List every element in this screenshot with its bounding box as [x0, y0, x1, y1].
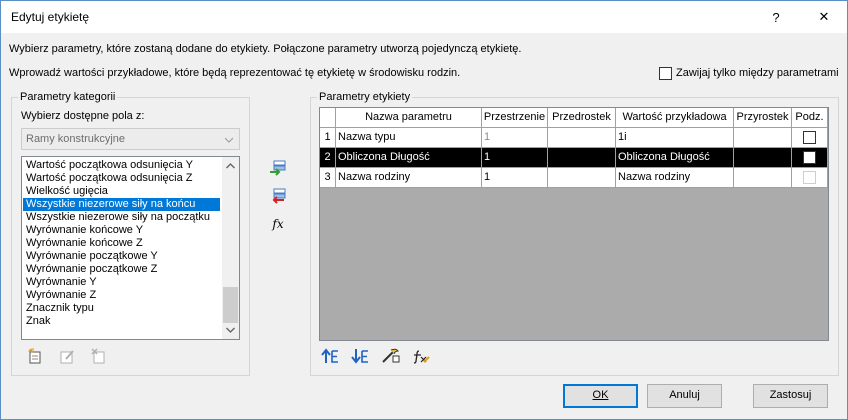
column-header[interactable]: Przyrostek: [734, 108, 792, 128]
move-down-icon[interactable]: [351, 347, 369, 365]
apply-button[interactable]: Zastosuj: [753, 384, 828, 408]
cell-spaces[interactable]: 1: [482, 148, 548, 168]
edit-format-icon[interactable]: [382, 347, 400, 365]
column-header[interactable]: Wartość przykładowa: [616, 108, 734, 128]
available-fields-list[interactable]: Wartość początkowa odsunięcia Y Wartość p…: [21, 156, 240, 340]
cell-split[interactable]: [792, 128, 828, 148]
instruction-line-1: Wybierz parametry, które zostaną dodane …: [9, 43, 522, 55]
category-combo[interactable]: Ramy konstrukcyjne: [21, 128, 240, 150]
column-header[interactable]: Podz.: [792, 108, 828, 128]
cell-sample[interactable]: Obliczona Długość: [616, 148, 734, 168]
list-item[interactable]: Wyrównanie Y: [26, 276, 97, 289]
list-item[interactable]: Wszystkie niezerowe siły na początku: [26, 211, 210, 224]
cell-name[interactable]: Nazwa rodziny: [336, 168, 482, 188]
label-parameters-grid[interactable]: Nazwa parametru Przestrzenie Przedrostek Wa…: [319, 107, 829, 341]
row-number: 3: [320, 168, 336, 188]
cell-prefix[interactable]: [548, 168, 616, 188]
move-up-icon[interactable]: [321, 347, 339, 365]
list-scrollbar[interactable]: [222, 157, 239, 339]
list-item[interactable]: Wielkość ugięcia: [26, 185, 108, 198]
split-checkbox[interactable]: [803, 151, 816, 164]
new-parameter-icon[interactable]: [26, 347, 44, 365]
cell-sample[interactable]: Nazwa rodziny: [616, 168, 734, 188]
scrollbar-thumb[interactable]: [223, 287, 238, 323]
remove-parameter-icon[interactable]: [269, 187, 287, 205]
cancel-button[interactable]: Anuluj: [647, 384, 722, 408]
cell-prefix[interactable]: [548, 148, 616, 168]
ok-button[interactable]: OK: [563, 384, 638, 408]
row-number: 2: [320, 148, 336, 168]
list-item[interactable]: Wszystkie niezerowe siły na końcu: [23, 198, 220, 211]
wrap-checkbox-label[interactable]: Zawijaj tylko między parametrami: [676, 67, 839, 79]
list-item[interactable]: Znak: [26, 315, 50, 328]
title-bar: Edytuj etykietę ? ✕: [1, 1, 847, 33]
chevron-down-icon: [225, 137, 233, 143]
cell-split[interactable]: [792, 148, 828, 168]
cell-name[interactable]: Obliczona Długość: [336, 148, 482, 168]
grid-corner: [320, 108, 336, 128]
list-item[interactable]: Wyrównanie początkowe Y: [26, 250, 158, 263]
apply-label: Zastosuj: [769, 389, 812, 401]
split-checkbox[interactable]: [803, 131, 816, 144]
list-item[interactable]: Wyrównanie Z: [26, 289, 96, 302]
select-fields-label: Wybierz dostępne pola z:: [21, 110, 145, 122]
row-number: 1: [320, 128, 336, 148]
list-item[interactable]: Wyrównanie początkowe Z: [26, 263, 157, 276]
category-parameters-title: Parametry kategorii: [18, 91, 118, 103]
fx-icon[interactable]: fx: [269, 215, 287, 233]
column-header[interactable]: Przedrostek: [548, 108, 616, 128]
list-item[interactable]: Znacznik typu: [26, 302, 94, 315]
column-header[interactable]: Przestrzenie: [482, 108, 548, 128]
cell-suffix[interactable]: [734, 128, 792, 148]
scroll-down-icon[interactable]: [226, 327, 235, 333]
cell-spaces[interactable]: 1: [482, 168, 548, 188]
wrap-checkbox[interactable]: [659, 67, 672, 80]
edit-label-dialog: Edytuj etykietę ? ✕ Wybierz parametry, k…: [0, 0, 848, 420]
category-combo-value: Ramy konstrukcyjne: [26, 133, 126, 145]
delete-parameter-icon[interactable]: [90, 347, 108, 365]
cancel-label: Anuluj: [669, 389, 700, 401]
list-item[interactable]: Wartość początkowa odsunięcia Y: [26, 159, 193, 172]
ok-label: OK: [592, 389, 609, 401]
help-button[interactable]: ?: [753, 1, 799, 33]
cell-sample[interactable]: 1i: [616, 128, 734, 148]
cell-suffix[interactable]: [734, 168, 792, 188]
split-checkbox[interactable]: [803, 171, 816, 184]
column-header[interactable]: Nazwa parametru: [336, 108, 482, 128]
add-parameter-icon[interactable]: [269, 159, 287, 177]
instruction-line-2: Wprowadź wartości przykładowe, które będ…: [9, 67, 461, 79]
list-item[interactable]: Wartość początkowa odsunięcia Z: [26, 172, 193, 185]
cell-prefix[interactable]: [548, 128, 616, 148]
edit-parameter-icon[interactable]: [58, 347, 76, 365]
label-parameters-title: Parametry etykiety: [317, 91, 413, 103]
list-item[interactable]: Wyrównanie końcowe Z: [26, 237, 143, 250]
dialog-title: Edytuj etykietę: [11, 10, 90, 24]
scroll-up-icon[interactable]: [226, 163, 235, 169]
edit-formula-icon[interactable]: [412, 347, 430, 365]
cell-suffix[interactable]: [734, 148, 792, 168]
close-button[interactable]: ✕: [801, 1, 847, 33]
cell-split[interactable]: [792, 168, 828, 188]
cell-spaces[interactable]: 1: [482, 128, 548, 148]
list-item[interactable]: Wyrównanie końcowe Y: [26, 224, 143, 237]
cell-name[interactable]: Nazwa typu: [336, 128, 482, 148]
